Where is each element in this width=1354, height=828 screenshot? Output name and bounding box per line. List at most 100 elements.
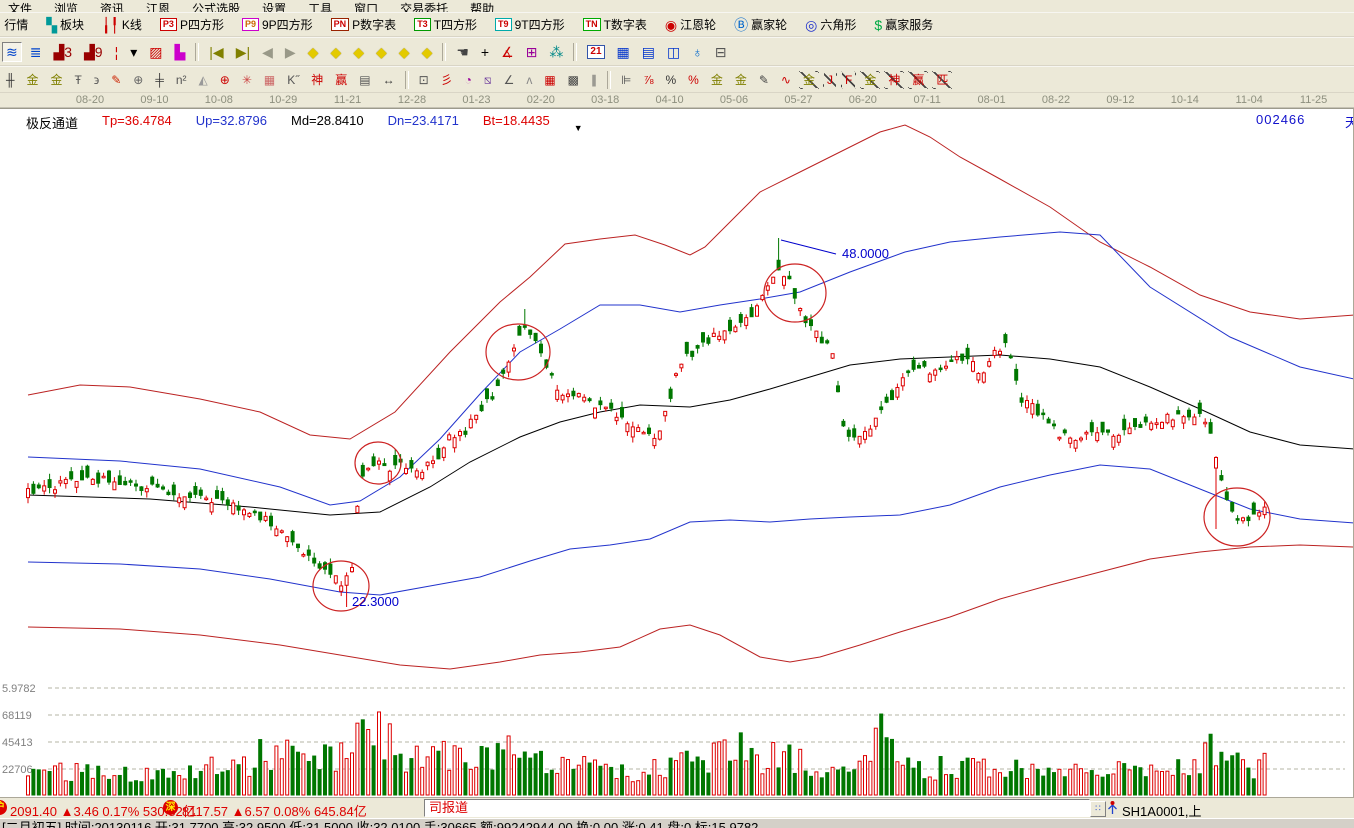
gold-gate-b-button[interactable]: 金 xyxy=(47,71,67,89)
span-measure-button[interactable]: ↔ xyxy=(379,71,399,89)
shen-angle-button[interactable]: 神 xyxy=(884,71,904,89)
t-square-button[interactable]: T3T四方形 xyxy=(410,14,481,35)
f-angle-button[interactable]: F xyxy=(841,71,856,89)
gold-gate-a-button[interactable]: 金 xyxy=(23,71,43,89)
t-digit-table-button[interactable]: TNT数字表 xyxy=(579,14,651,35)
ying-angle-button[interactable]: 赢 xyxy=(908,71,928,89)
winner-wheel-button[interactable]: Ⓑ赢家轮 xyxy=(730,14,791,35)
candle-style-button[interactable]: ¦ xyxy=(111,42,123,62)
star-burst-button[interactable]: ✳ xyxy=(238,71,256,89)
reset-zoom-button[interactable]: ◆ xyxy=(395,42,414,62)
9p-square-button[interactable]: P99P四方形 xyxy=(238,14,317,35)
gann-box-tool-button[interactable]: ⊞ xyxy=(522,42,542,62)
menu-item-7[interactable]: 工具 xyxy=(308,2,332,12)
shrink-x-button[interactable]: ◆ xyxy=(304,42,323,62)
hexagon-button[interactable]: ◎六角形 xyxy=(801,14,860,35)
spiral-button[interactable]: ϶ xyxy=(90,71,103,89)
box-measure-button[interactable]: ⊡ xyxy=(415,71,433,89)
menu-item-1[interactable]: 文件 xyxy=(8,2,32,12)
layout-grid-button[interactable]: ∷ xyxy=(1090,801,1106,817)
hand-tool-button[interactable]: ☚ xyxy=(452,42,473,62)
n-squared-button[interactable]: n² xyxy=(172,71,191,89)
quotes-button[interactable]: ▥行情 xyxy=(0,14,32,35)
fit-all-button[interactable]: ◆ xyxy=(418,42,437,62)
wave-tool-button[interactable]: ∿ xyxy=(777,71,795,89)
marker-pen-button[interactable]: ✎ xyxy=(107,71,125,89)
cycle-circle-button[interactable]: ⊕ xyxy=(129,71,147,89)
last-bar-button[interactable]: ▶| xyxy=(232,42,254,62)
arc-tool-button[interactable]: ◔ xyxy=(461,71,476,89)
candlestick-chart[interactable]: 5.978268119454132270648.000022.3000 xyxy=(0,109,1354,797)
save-button[interactable]: ◫ xyxy=(663,42,684,62)
angle-fan-button[interactable]: ∠ xyxy=(500,71,519,89)
mirror-angle-button[interactable]: ◭ xyxy=(195,71,212,89)
sz-market-icon: 深 xyxy=(163,800,178,815)
grid-net-button[interactable]: ▦ xyxy=(260,71,279,89)
pattern-tool-button[interactable]: ⁂ xyxy=(545,42,567,62)
time-ruler-button[interactable]: ╫ xyxy=(2,71,19,89)
red-target-button[interactable]: ⊕ xyxy=(216,71,234,89)
ying-tool-button[interactable]: 赢 xyxy=(331,71,351,89)
small-cycle-3-button[interactable]: ▟3 xyxy=(49,42,76,62)
menu-item-9[interactable]: 交易委托 xyxy=(400,2,448,12)
dark-grid-button[interactable]: ▩ xyxy=(564,71,583,89)
grow-x-button[interactable]: ◆ xyxy=(326,42,345,62)
menu-item-2[interactable]: 浏览 xyxy=(54,2,78,12)
network-button[interactable]: ♁ xyxy=(688,42,707,62)
sectors-button[interactable]: ▚板块 xyxy=(42,14,88,35)
k-notes-button[interactable]: K˝ xyxy=(283,71,303,89)
calculator-button[interactable]: ▦ xyxy=(613,42,634,62)
pi-angle-button[interactable]: 匹 xyxy=(932,71,952,89)
gold-circle-button[interactable]: 金 xyxy=(707,71,727,89)
winner-service-button[interactable]: $赢家服务 xyxy=(870,14,937,35)
parallel-lines-button[interactable]: ∥ xyxy=(587,71,601,89)
zigzag-button[interactable]: ʌ xyxy=(522,71,536,89)
draw-pen-button[interactable]: ✎ xyxy=(755,71,773,89)
print-button[interactable]: ⊟ xyxy=(711,42,731,62)
menu-item-3[interactable]: 资讯 xyxy=(100,2,124,12)
first-bar-button[interactable]: |◀ xyxy=(205,42,227,62)
menu-item-6[interactable]: 设置 xyxy=(262,2,286,12)
gann-wheel-button[interactable]: ◉江恩轮 xyxy=(661,14,720,35)
gold-level-button[interactable]: 金 xyxy=(731,71,751,89)
data-link-label[interactable]: SH1A0001,上 xyxy=(1122,801,1202,818)
p-square-button[interactable]: P3P四方形 xyxy=(156,14,228,35)
menu-item-8[interactable]: 窗口 xyxy=(354,2,378,12)
angle-tool-button[interactable]: ∡ xyxy=(497,42,518,62)
f-gate-button[interactable]: Ŧ xyxy=(71,71,86,89)
gold-angle-a-button[interactable]: 金 xyxy=(799,71,819,89)
red-grid-button[interactable]: ▦ xyxy=(540,71,559,89)
menu-item-4[interactable]: 江恩 xyxy=(146,2,170,12)
candle-style-dropdown[interactable]: ▾ xyxy=(126,42,141,62)
prev-bar-button[interactable]: ◀ xyxy=(258,42,277,62)
menu-item-5[interactable]: 公式选股 xyxy=(192,2,240,12)
menu-item-10[interactable]: 帮助 xyxy=(470,2,494,12)
next-bar-button[interactable]: ▶ xyxy=(281,42,300,62)
p-digit-table-button[interactable]: PNP数字表 xyxy=(327,14,401,35)
j-angle-button[interactable]: J xyxy=(823,71,837,89)
info-board-button[interactable]: ≣ xyxy=(26,42,46,62)
indicator-dropdown-icon[interactable]: ▼ xyxy=(574,123,583,133)
diagonal-box-button[interactable]: ⧅ xyxy=(480,71,496,89)
hash-ruler-button[interactable]: ╪ xyxy=(151,71,168,89)
calendar-button[interactable]: 21 xyxy=(583,43,608,61)
percent-line-button[interactable]: % xyxy=(684,71,703,89)
map-button[interactable]: ▨ xyxy=(145,42,166,62)
9t-square-button[interactable]: T99T四方形 xyxy=(491,14,569,35)
gold-angle-b-button[interactable]: 金 xyxy=(860,71,880,89)
grow-y-button[interactable]: ◆ xyxy=(372,42,391,62)
profile-chart-button[interactable]: ▙ xyxy=(171,42,190,62)
shrink-y-button[interactable]: ◆ xyxy=(349,42,368,62)
percent-retrace-button[interactable]: ⅞ xyxy=(639,71,657,89)
number-ruler-button[interactable]: ▤ xyxy=(355,71,374,89)
news-ticker[interactable]: 司报道 xyxy=(424,799,1090,817)
small-cycle-9-button[interactable]: ▟9 xyxy=(80,42,107,62)
gann-fan-button[interactable]: 彡 xyxy=(437,71,457,89)
crosshair-tool-button[interactable]: + xyxy=(477,42,493,62)
scale-steps-button[interactable]: ⊫ xyxy=(617,71,635,89)
kline-button[interactable]: ╽╿K线 xyxy=(98,14,146,35)
percent-button[interactable]: % xyxy=(661,71,680,89)
notes-button[interactable]: ▤ xyxy=(638,42,659,62)
shen-tool-button[interactable]: 神 xyxy=(307,71,327,89)
zoom-mode-button[interactable]: ≋ xyxy=(2,42,22,62)
